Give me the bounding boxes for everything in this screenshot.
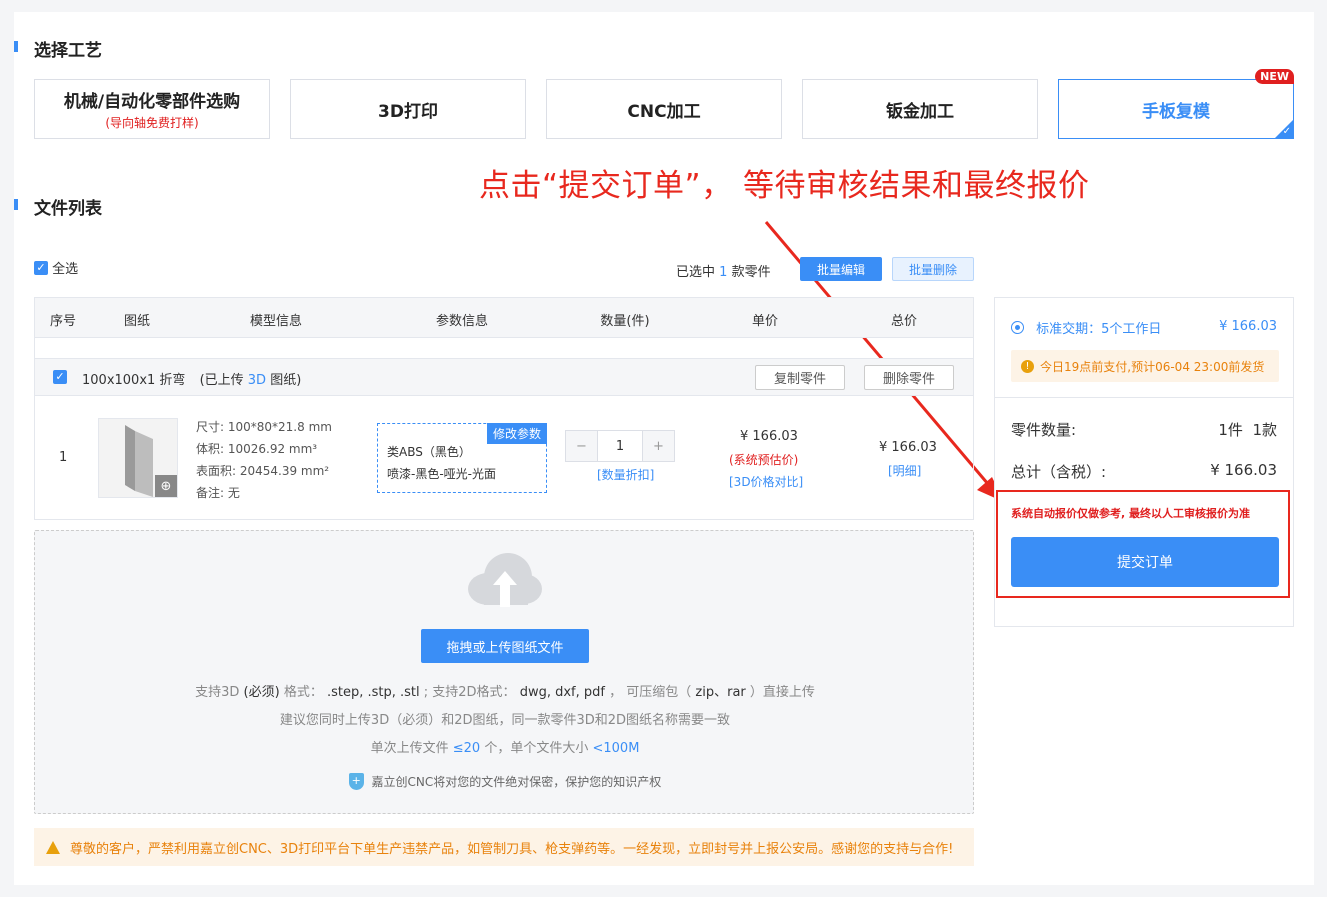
selected-prefix: 已选中 xyxy=(676,265,716,280)
header-qty: 数量(件) xyxy=(600,314,650,329)
header-total-price: 总价 xyxy=(890,314,918,329)
param-box: 修改参数 类ABS（黑色） 喷漆-黑色-哑光-光面 xyxy=(377,423,547,493)
selected-summary: 已选中 1 款零件 xyxy=(676,261,771,280)
total-label: 总计（含税）: xyxy=(1011,463,1107,481)
upload-suffix: 图纸) xyxy=(270,373,302,388)
hint-3d: 支持3D xyxy=(195,685,240,700)
header-index: 序号 xyxy=(49,314,77,329)
limit-prefix: 单次上传文件 xyxy=(370,741,449,756)
info-icon: ! xyxy=(1021,359,1034,373)
header-params: 参数信息 xyxy=(435,314,489,329)
hint-2d-label: ; 支持2D格式： xyxy=(423,685,516,700)
quantity-input[interactable]: 1 xyxy=(598,431,642,461)
hint-2d-formats: dwg, dxf, pdf xyxy=(519,685,605,700)
group-checkbox[interactable]: ✓ xyxy=(53,370,67,384)
hint-zip-suffix: ）直接上传 xyxy=(749,685,815,700)
batch-edit-button[interactable]: 批量编辑 xyxy=(800,257,882,281)
increase-button[interactable]: + xyxy=(642,431,674,461)
model-volume: 体积: 10026.92 mm³ xyxy=(196,442,318,456)
delivery-option[interactable]: 标准交期：5个工作日 xyxy=(1011,318,1161,337)
zoom-icon[interactable]: ⊕ xyxy=(155,475,177,497)
model-size: 尺寸: 100*80*21.8 mm xyxy=(196,420,332,434)
delivery-price: ¥ 166.03 xyxy=(1219,319,1277,334)
header-unit-price: 单价 xyxy=(751,314,779,329)
delivery-notice-text: 今日19点前支付,预计06-04 23:00前发货 xyxy=(1040,359,1265,374)
part-group-row: ✓ 100x100x1 折弯 (已上传 3D 图纸) 复制零件 删除零件 xyxy=(35,358,973,396)
cloud-upload-icon xyxy=(468,553,542,607)
delivery-label: 标准交期： xyxy=(1036,322,1102,337)
quantity-stepper: − 1 + xyxy=(565,430,675,462)
limit-count: ≤20 xyxy=(452,741,481,756)
delivery-notice: ! 今日19点前支付,预计06-04 23:00前发货 xyxy=(1011,350,1279,382)
hint-format-label: 格式： xyxy=(283,685,323,700)
decrease-button[interactable]: − xyxy=(566,431,598,461)
batch-delete-button[interactable]: 批量删除 xyxy=(892,257,974,281)
radio-checked-icon xyxy=(1011,321,1024,334)
panel-divider xyxy=(995,397,1293,398)
row-index: 1 xyxy=(59,450,68,465)
upload-type: 3D xyxy=(247,373,267,388)
upload-file-button[interactable]: 拖拽或上传图纸文件 xyxy=(421,629,589,663)
part-count-value: 1件 1款 xyxy=(1218,421,1277,439)
model-note: 备注: 无 xyxy=(196,486,240,500)
price-compare-link[interactable]: [3D价格对比] xyxy=(729,473,803,490)
header-drawing: 图纸 xyxy=(123,314,151,329)
selected-suffix: 款零件 xyxy=(731,265,771,280)
table-header: 序号 图纸 模型信息 参数信息 数量(件) 单价 总价 xyxy=(35,298,973,338)
delivery-value: 5个工作日 xyxy=(1101,322,1162,337)
delete-part-button[interactable]: 删除零件 xyxy=(864,365,954,390)
limit-size: <100M xyxy=(592,741,640,756)
header-model-info: 模型信息 xyxy=(249,314,303,329)
highlight-box xyxy=(996,490,1290,598)
param-finish: 喷漆-黑色-哑光-光面 xyxy=(387,467,496,481)
unit-price-note: (系统预估价) xyxy=(729,453,799,467)
group-title: 100x100x1 折弯 (已上传 3D 图纸) xyxy=(82,369,301,388)
checkbox-checked-icon: ✓ xyxy=(34,260,48,275)
upload-secure-note: + 嘉立创CNC将对您的文件绝对保密，保护您的知识产权 xyxy=(35,773,975,790)
total-price: ¥ 166.03 xyxy=(879,440,937,455)
price-detail-link[interactable]: [明细] xyxy=(888,462,921,479)
edit-params-button[interactable]: 修改参数 xyxy=(486,423,547,444)
quantity-discount-link[interactable]: [数量折扣] xyxy=(597,466,654,483)
hint-zip-label: ， 可压缩包（ xyxy=(609,685,692,700)
secure-text: 嘉立创CNC将对您的文件绝对保密，保护您的知识产权 xyxy=(371,775,662,789)
total-value: ¥ 166.03 xyxy=(1210,461,1277,479)
warning-icon xyxy=(46,840,60,854)
shield-icon: + xyxy=(348,773,364,790)
hint-3d-formats: .step, .stp, .stl xyxy=(326,685,420,700)
warning-text: 尊敬的客户，严禁利用嘉立创CNC、3D打印平台下单生产违禁产品，如管制刀具、枪支… xyxy=(70,841,954,857)
param-material: 类ABS（黑色） xyxy=(387,445,471,459)
group-name: 100x100x1 折弯 xyxy=(82,373,186,388)
files-section-title: 文件列表 xyxy=(34,199,102,219)
limit-size-label: 个，单个文件大小 xyxy=(484,741,589,756)
part-thumbnail[interactable]: ⊕ xyxy=(98,418,178,498)
upload-naming-hint: 建议您同时上传3D（必须）和2D图纸，同一款零件3D和2D图纸名称需要一致 xyxy=(279,713,731,728)
hint-zip-formats: zip、rar xyxy=(695,685,746,700)
upload-dropzone[interactable]: 拖拽或上传图纸文件 支持3D (必须) 格式： .step, .stp, .st… xyxy=(34,530,974,814)
upload-prefix: (已上传 xyxy=(199,373,244,388)
select-all[interactable]: ✓ 全选 xyxy=(34,258,78,277)
upload-limit-hint: 单次上传文件 ≤20 个，单个文件大小 <100M xyxy=(35,737,975,756)
model-area: 表面积: 20454.39 mm² xyxy=(196,464,330,478)
selected-count: 1 xyxy=(719,265,728,280)
select-all-label: 全选 xyxy=(52,262,79,277)
copy-part-button[interactable]: 复制零件 xyxy=(755,365,845,390)
unit-price: ¥ 166.03 xyxy=(740,429,798,444)
section-marker xyxy=(14,199,18,210)
upload-format-hint: 支持3D (必须) 格式： .step, .stp, .stl ; 支持2D格式… xyxy=(35,681,975,700)
parts-table: 序号 图纸 模型信息 参数信息 数量(件) 单价 总价 ✓ 100x100x1 … xyxy=(34,297,974,520)
hint-required: (必须) xyxy=(243,685,280,700)
part-count-label: 零件数量: xyxy=(1011,421,1077,439)
warning-banner: 尊敬的客户，严禁利用嘉立创CNC、3D打印平台下单生产违禁产品，如管制刀具、枪支… xyxy=(34,828,974,866)
page: 选择工艺 机械/自动化零部件选购 (导向轴免费打样) 3D打印 CNC加工 钣金… xyxy=(14,12,1314,885)
